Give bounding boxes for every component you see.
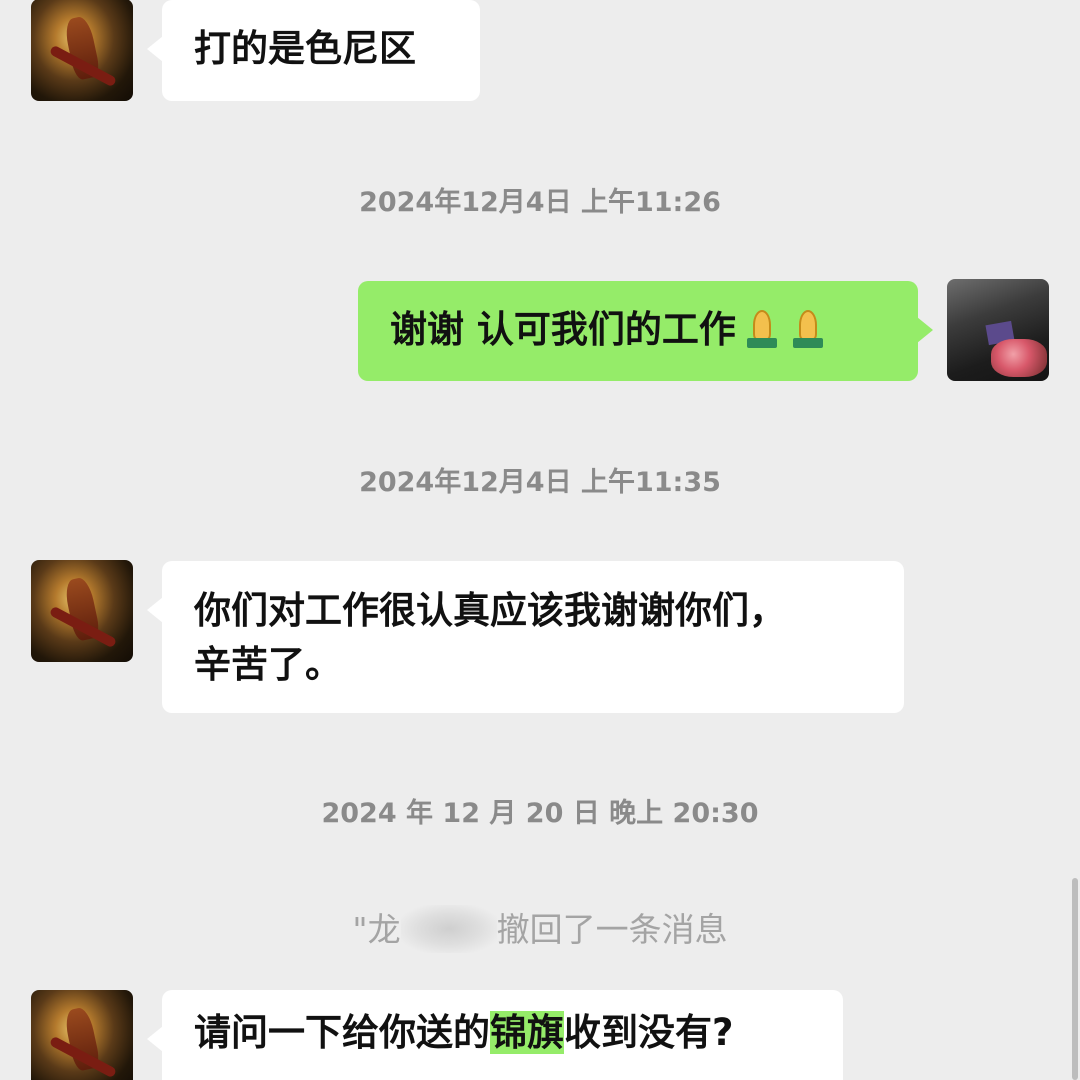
timestamp: 2024 年 12 月 20 日 晚上 20:30: [321, 798, 759, 829]
message-text-line2: 辛苦了。: [194, 643, 342, 686]
message-text: 请问一下给你送的锦旗收到没有?: [194, 1006, 811, 1060]
contact-avatar[interactable]: [31, 990, 133, 1080]
outgoing-message-bubble[interactable]: 谢谢 认可我们的工作: [358, 281, 933, 381]
scrollbar[interactable]: [1072, 878, 1078, 1080]
message-text-line1: 你们对工作很认真应该我谢谢你们，: [194, 589, 786, 632]
message-text-after: 收到没有?: [564, 1011, 734, 1054]
recall-notice: "龙 撤回了一条消息: [0, 903, 1080, 953]
recall-notice-text: 撤回了一条消息: [496, 910, 728, 949]
chat-window[interactable]: 打的是色尼区 2024年12月4日 上午11:26 谢谢 认可我们的工作 202…: [0, 0, 1080, 1080]
message-text-before: 请问一下给你送的: [194, 1011, 490, 1054]
timestamp: 2024年12月4日 上午11:35: [359, 467, 721, 498]
blurred-name-redaction: [400, 905, 497, 953]
recall-sender-name: "龙: [352, 910, 401, 949]
message-text: 打的是色尼区: [194, 27, 416, 70]
incoming-message-bubble[interactable]: 请问一下给你送的锦旗收到没有?: [147, 990, 843, 1080]
message-text: 谢谢 认可我们的工作: [390, 303, 886, 357]
incoming-message-bubble[interactable]: 你们对工作很认真应该我谢谢你们， 辛苦了。: [147, 561, 904, 713]
incoming-message-bubble[interactable]: 打的是色尼区: [147, 0, 480, 101]
pray-emoji-icon: [788, 308, 828, 348]
timestamp: 2024年12月4日 上午11:26: [359, 187, 721, 218]
highlighted-keyword[interactable]: 锦旗: [490, 1011, 564, 1054]
contact-avatar[interactable]: [31, 0, 133, 101]
message-text-content: 谢谢 认可我们的工作: [390, 308, 736, 351]
pray-emoji-icon: [742, 308, 782, 348]
contact-avatar[interactable]: [31, 560, 133, 662]
self-avatar[interactable]: [947, 279, 1049, 381]
